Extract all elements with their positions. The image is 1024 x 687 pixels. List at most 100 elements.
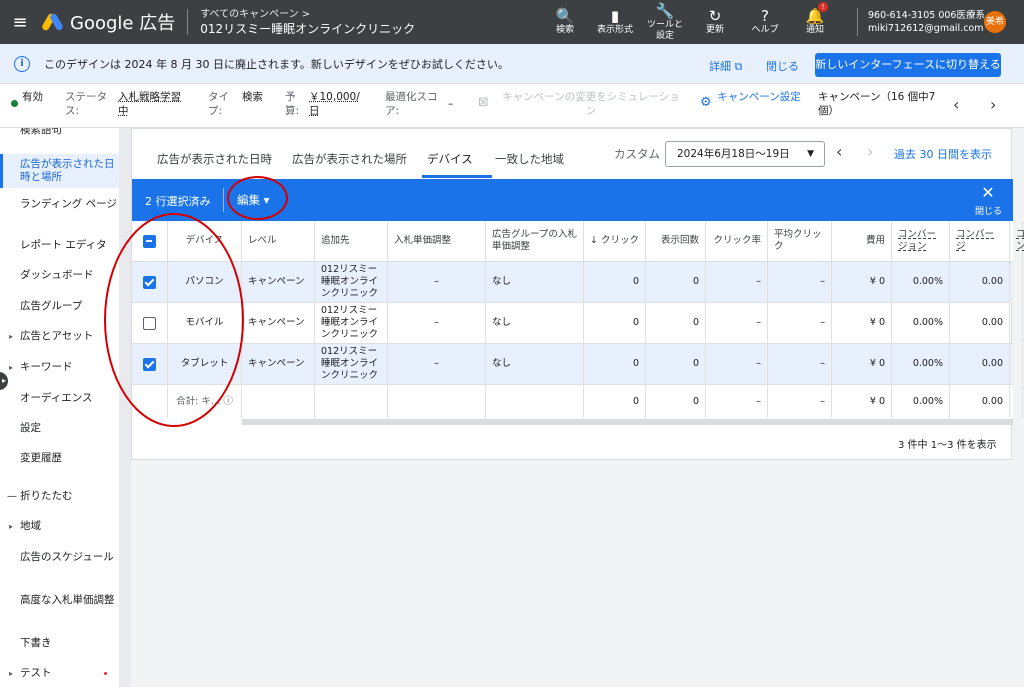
column-header[interactable]: クリック率: [706, 221, 768, 261]
tab-matched-location[interactable]: 一致した地域: [495, 151, 564, 167]
simulate-button[interactable]: キャンペーンの変更をシミュレーション: [498, 90, 684, 118]
breadcrumb-title: 012リスミー睡眠オンラインクリニック: [200, 22, 416, 36]
breadcrumb[interactable]: すべてのキャンペーン > 012リスミー睡眠オンラインクリニック: [200, 7, 415, 37]
column-header[interactable]: コン: [1010, 221, 1024, 261]
tab-device[interactable]: デバイス: [427, 151, 473, 167]
sidebar-item-13[interactable]: 広告のスケジュール: [0, 551, 119, 564]
table-cell: ¥ 0: [832, 303, 892, 343]
toolbar-label: ヘルプ: [751, 25, 779, 35]
tools-icon: 🔧: [655, 1, 675, 20]
logo[interactable]: Google 広告: [40, 9, 175, 35]
row-checkbox[interactable]: [143, 275, 156, 289]
column-header[interactable]: デバイス: [168, 221, 242, 261]
table-cell: 0.00%: [892, 303, 950, 343]
row-checkbox[interactable]: [143, 316, 156, 330]
sidebar-item-15[interactable]: 下書き: [0, 637, 119, 650]
table-cell: 0.00%: [892, 344, 950, 384]
column-header[interactable]: コンバージ: [950, 221, 1010, 261]
horizontal-scrollbar[interactable]: [242, 419, 1013, 425]
table-cell: 0: [584, 303, 646, 343]
sidebar-item-2[interactable]: ランディング ページ: [0, 198, 119, 211]
date-range-picker[interactable]: 2024年6月18日～19日 ▼: [665, 141, 825, 167]
prev-period-icon[interactable]: ‹: [836, 142, 842, 161]
column-header[interactable]: 入札単価調整: [388, 221, 486, 261]
tab-time[interactable]: 広告が表示された日時: [157, 151, 272, 167]
sidebar-item-16[interactable]: ▸ テスト: [0, 667, 119, 680]
sidebar-item-5[interactable]: 広告グループ: [0, 300, 119, 313]
column-header[interactable]: 表示回数: [646, 221, 706, 261]
toolbar-tools-button[interactable]: 🔧 ツールと設定: [640, 0, 690, 44]
toolbar-search-button[interactable]: 🔍 検索: [540, 0, 590, 44]
sidebar-item-label: 広告とアセット: [20, 330, 94, 342]
sidebar-item-11[interactable]: — 折りたたむ: [0, 490, 119, 503]
table-cell: なし: [486, 262, 584, 302]
deprecation-notice: i このデザインは 2024 年 8 月 30 日に廃止されます。新しいデザイン…: [0, 44, 1024, 84]
divider: [187, 9, 189, 35]
total-label: 合計: キ… ⓘ: [168, 385, 242, 418]
column-header[interactable]: 費用: [832, 221, 892, 261]
sidebar-item-label: 広告のスケジュール: [20, 551, 114, 563]
sidebar-item-12[interactable]: ▸ 地域: [0, 520, 119, 533]
column-header[interactable]: 平均クリック: [768, 221, 832, 261]
row-checkbox[interactable]: [143, 357, 156, 371]
next-campaign-icon[interactable]: ›: [990, 95, 996, 114]
toolbar-help-button[interactable]: ? ヘルプ: [740, 0, 790, 44]
account-info[interactable]: 960-614-3105 006医療系 miki712612@gmail.com: [868, 9, 985, 35]
switch-interface-button[interactable]: 新しいインターフェースに切り替える: [815, 53, 1001, 77]
prev-campaign-icon[interactable]: ‹: [953, 95, 959, 114]
sidebar-item-1[interactable]: 広告が表示された日時と場所: [0, 154, 119, 188]
close-selection-label[interactable]: 閉じる: [975, 204, 1002, 217]
toolbar-display-button[interactable]: ▮ 表示形式: [590, 0, 640, 44]
close-icon[interactable]: ✕: [981, 183, 995, 202]
total-cell: 0.00: [950, 385, 1010, 418]
column-header[interactable]: コンバージョン: [892, 221, 950, 261]
table-cell: [315, 385, 388, 418]
details-link[interactable]: 詳細 ⧉: [709, 58, 742, 74]
toolbar-label: 検索: [555, 25, 574, 35]
column-header[interactable]: 広告グループの入札単価調整: [486, 221, 584, 261]
menu-icon[interactable]: ≡: [0, 12, 40, 33]
row-select-cell[interactable]: [132, 303, 168, 343]
row-select-cell[interactable]: [132, 262, 168, 302]
sidebar-item-14[interactable]: 高度な入札単価調整: [0, 594, 119, 607]
sidebar-item-label: 広告が表示された日時と場所: [20, 158, 115, 183]
sidebar-item-10[interactable]: 変更履歴: [0, 452, 119, 465]
edit-dropdown-button[interactable]: 編集 ▾: [237, 192, 269, 208]
campaign-count: キャンペーン（16 個中7 個）: [818, 91, 936, 117]
breadcrumb-parent[interactable]: すべてのキャンペーン >: [200, 7, 415, 22]
select-all-checkbox[interactable]: [143, 234, 156, 248]
sidebar-item-6[interactable]: ▸ 広告とアセット: [0, 330, 119, 343]
table-cell: –: [768, 344, 832, 384]
next-period-icon[interactable]: ›: [867, 142, 873, 161]
status-value: 有効: [22, 91, 43, 103]
sidebar-item-9[interactable]: 設定: [0, 422, 119, 435]
show-past-30-days-link[interactable]: 過去 30 日間を表示: [894, 146, 992, 162]
campaign-settings-button[interactable]: キャンペーン設定: [716, 90, 802, 104]
row-select-cell[interactable]: [132, 344, 168, 384]
close-notice-link[interactable]: 閉じる: [766, 58, 799, 74]
sidebar-item-4[interactable]: ダッシュボード: [0, 269, 119, 282]
bid-strategy-status[interactable]: 入札戦略学習中: [118, 90, 186, 118]
column-header[interactable]: レベル: [242, 221, 315, 261]
table-row[interactable]: タブレット キャンペーン 012リスミー睡眠オンラインクリニック – なし 0 0– – ¥ 0…: [132, 344, 1023, 385]
budget-value[interactable]: ￥10,000/日: [309, 90, 365, 118]
sidebar-item-7[interactable]: ▸ キーワード: [0, 361, 119, 374]
toolbar-refresh-button[interactable]: ↻ 更新: [690, 0, 740, 44]
avatar[interactable]: 美希: [984, 11, 1006, 33]
table-cell: 0: [646, 344, 706, 384]
sidebar-item-8[interactable]: オーディエンス: [0, 392, 119, 405]
sidebar-item-0[interactable]: 検索語句: [0, 128, 119, 137]
column-header[interactable]: 追加先: [315, 221, 388, 261]
toolbar-bell-button[interactable]: 🔔 通知!: [790, 0, 840, 44]
table-row[interactable]: モバイル キャンペーン 012リスミー睡眠オンラインクリニック – なし 0 0– – ¥ 00…: [132, 303, 1023, 344]
column-header[interactable]: ↓ クリック: [584, 221, 646, 261]
notification-badge-icon: !: [818, 2, 828, 12]
search-icon: 🔍: [555, 7, 575, 25]
tab-location[interactable]: 広告が表示された場所: [292, 151, 407, 167]
table-row[interactable]: パソコン キャンペーン 012リスミー睡眠オンラインクリニック – なし 0 0– – ¥ 00…: [132, 262, 1023, 303]
info-icon: i: [14, 55, 30, 72]
table-cell: [388, 385, 486, 418]
sidebar-item-3[interactable]: レポート エディタ: [0, 239, 119, 252]
select-all-cell[interactable]: [132, 221, 168, 261]
table-cell: 0: [646, 303, 706, 343]
